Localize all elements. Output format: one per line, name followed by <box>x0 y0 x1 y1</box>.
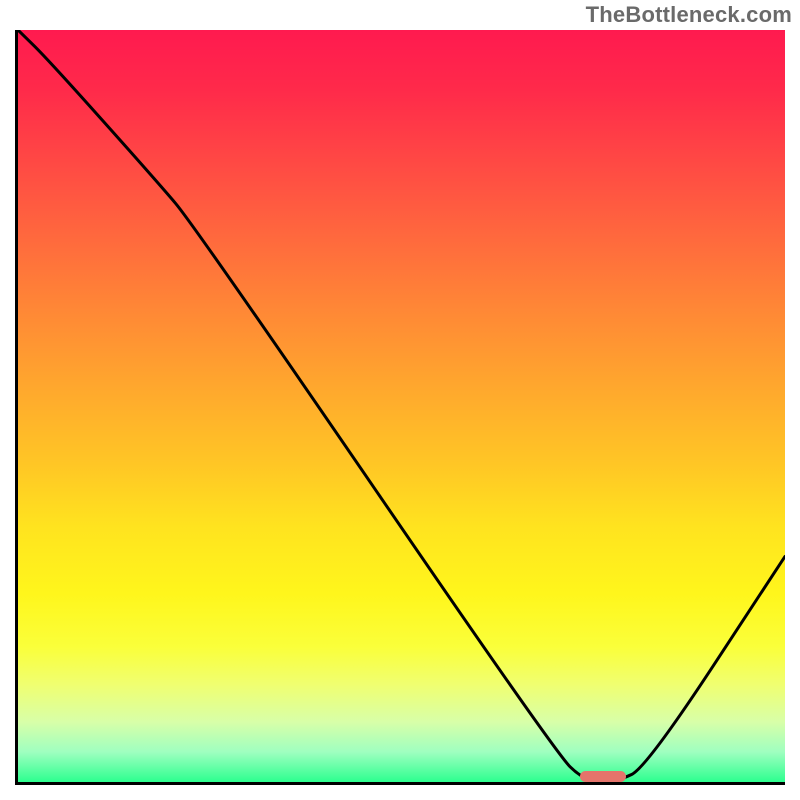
optimal-zone-marker <box>580 771 626 782</box>
bottleneck-curve <box>18 30 785 782</box>
watermark-label: TheBottleneck.com <box>586 2 792 28</box>
plot-area <box>15 30 785 785</box>
chart-container: TheBottleneck.com <box>0 0 800 800</box>
